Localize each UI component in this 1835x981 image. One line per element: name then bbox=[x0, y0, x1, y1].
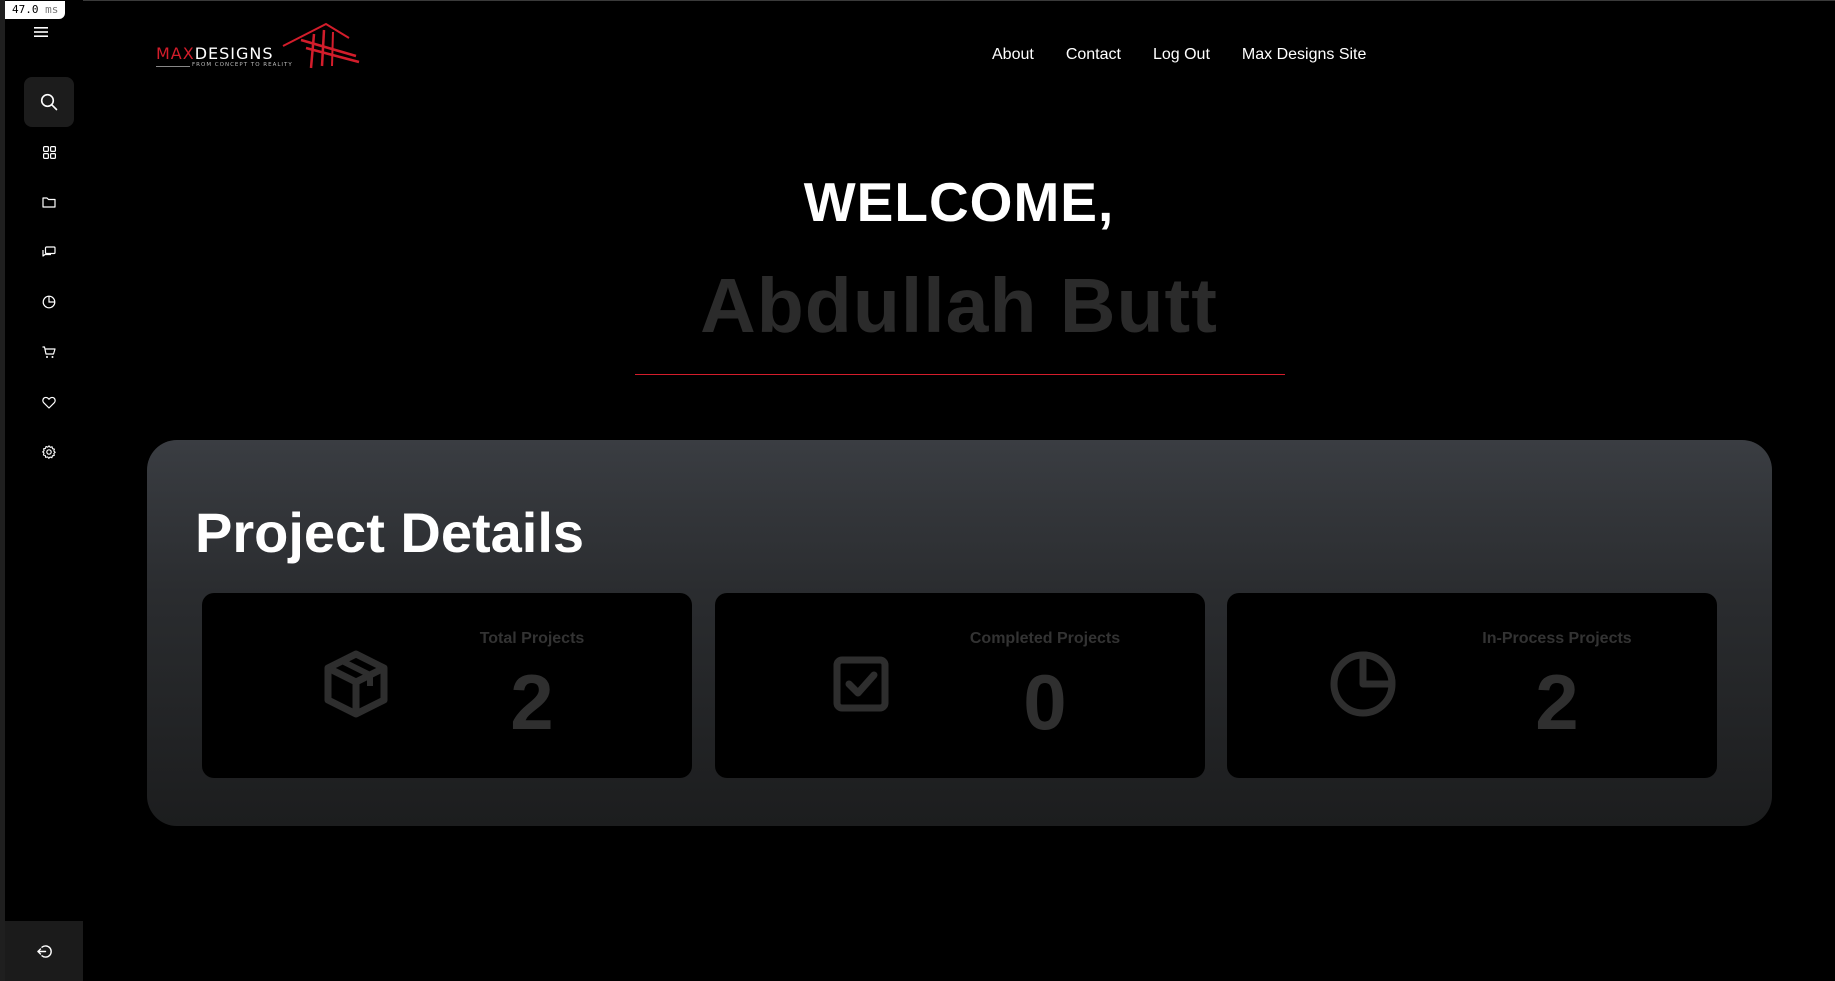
in-process-projects-label: In-Process Projects bbox=[1482, 630, 1632, 647]
dashboard-grid-icon bbox=[42, 145, 56, 159]
sidebar-item-settings[interactable] bbox=[24, 427, 74, 477]
user-name-heading: Abdullah Butt bbox=[700, 263, 1218, 349]
completed-projects-card[interactable]: Completed Projects 0 bbox=[715, 593, 1205, 778]
nav-site-link[interactable]: Max Designs Site bbox=[1242, 46, 1367, 64]
total-projects-card[interactable]: Total Projects 2 bbox=[202, 593, 692, 778]
logo-tagline: FROM CONCEPT TO REALITY bbox=[192, 62, 293, 68]
welcome-heading: WELCOME, bbox=[803, 171, 1115, 233]
heart-icon bbox=[42, 396, 56, 409]
name-divider-line bbox=[635, 374, 1285, 375]
top-nav: About Contact Log Out Max Designs Site bbox=[992, 46, 1366, 64]
frame-time-value: 47.0 bbox=[12, 3, 39, 16]
nav-logout-link[interactable]: Log Out bbox=[1153, 46, 1210, 64]
hamburger-menu-icon[interactable] bbox=[31, 22, 51, 42]
nav-about-link[interactable]: About bbox=[992, 46, 1034, 64]
project-details-title: Project Details bbox=[195, 501, 585, 564]
check-square-icon bbox=[833, 656, 889, 712]
search-icon bbox=[40, 93, 58, 111]
logo-roof-mark bbox=[282, 22, 360, 69]
chat-bubbles-icon bbox=[42, 245, 56, 257]
box-icon bbox=[324, 650, 388, 718]
pie-chart-icon bbox=[42, 295, 56, 309]
completed-projects-value: 0 bbox=[1023, 658, 1067, 746]
logo-wordmark: MAXDESIGNS bbox=[156, 44, 274, 63]
in-process-projects-value: 2 bbox=[1535, 658, 1579, 746]
total-projects-value: 2 bbox=[510, 658, 554, 746]
gear-icon bbox=[42, 445, 56, 459]
sidebar-item-cart[interactable] bbox=[24, 327, 74, 377]
sidebar-item-favorites[interactable] bbox=[24, 377, 74, 427]
nav-contact-link[interactable]: Contact bbox=[1066, 46, 1121, 64]
logout-icon bbox=[36, 944, 52, 958]
logo-word-designs: DESIGNS bbox=[194, 44, 274, 63]
cart-icon bbox=[42, 345, 56, 358]
sidebar-item-projects[interactable] bbox=[24, 177, 74, 227]
sidebar bbox=[5, 0, 83, 981]
pie-chart-icon bbox=[1330, 651, 1396, 717]
logo-word-max: MAX bbox=[156, 44, 195, 63]
total-projects-label: Total Projects bbox=[479, 630, 585, 647]
logo-underline bbox=[156, 66, 190, 67]
sidebar-item-messages[interactable] bbox=[24, 227, 74, 277]
window-top-border bbox=[0, 0, 1835, 1]
folder-icon bbox=[42, 197, 56, 208]
in-process-projects-card[interactable]: In-Process Projects 2 bbox=[1227, 593, 1717, 778]
sidebar-item-dashboard[interactable] bbox=[24, 127, 74, 177]
max-designs-logo[interactable]: MAXDESIGNS FROM CONCEPT TO REALITY bbox=[156, 22, 360, 72]
project-details-panel: Project Details Total Projects 2 Complet… bbox=[147, 440, 1772, 826]
sidebar-item-search[interactable] bbox=[24, 77, 74, 127]
sidebar-item-reports[interactable] bbox=[24, 277, 74, 327]
frame-time-unit: ms bbox=[45, 3, 59, 16]
completed-projects-label: Completed Projects bbox=[969, 630, 1121, 647]
frame-time-badge: 47.0 ms bbox=[5, 1, 66, 19]
logout-sidebar-button[interactable] bbox=[5, 921, 83, 981]
